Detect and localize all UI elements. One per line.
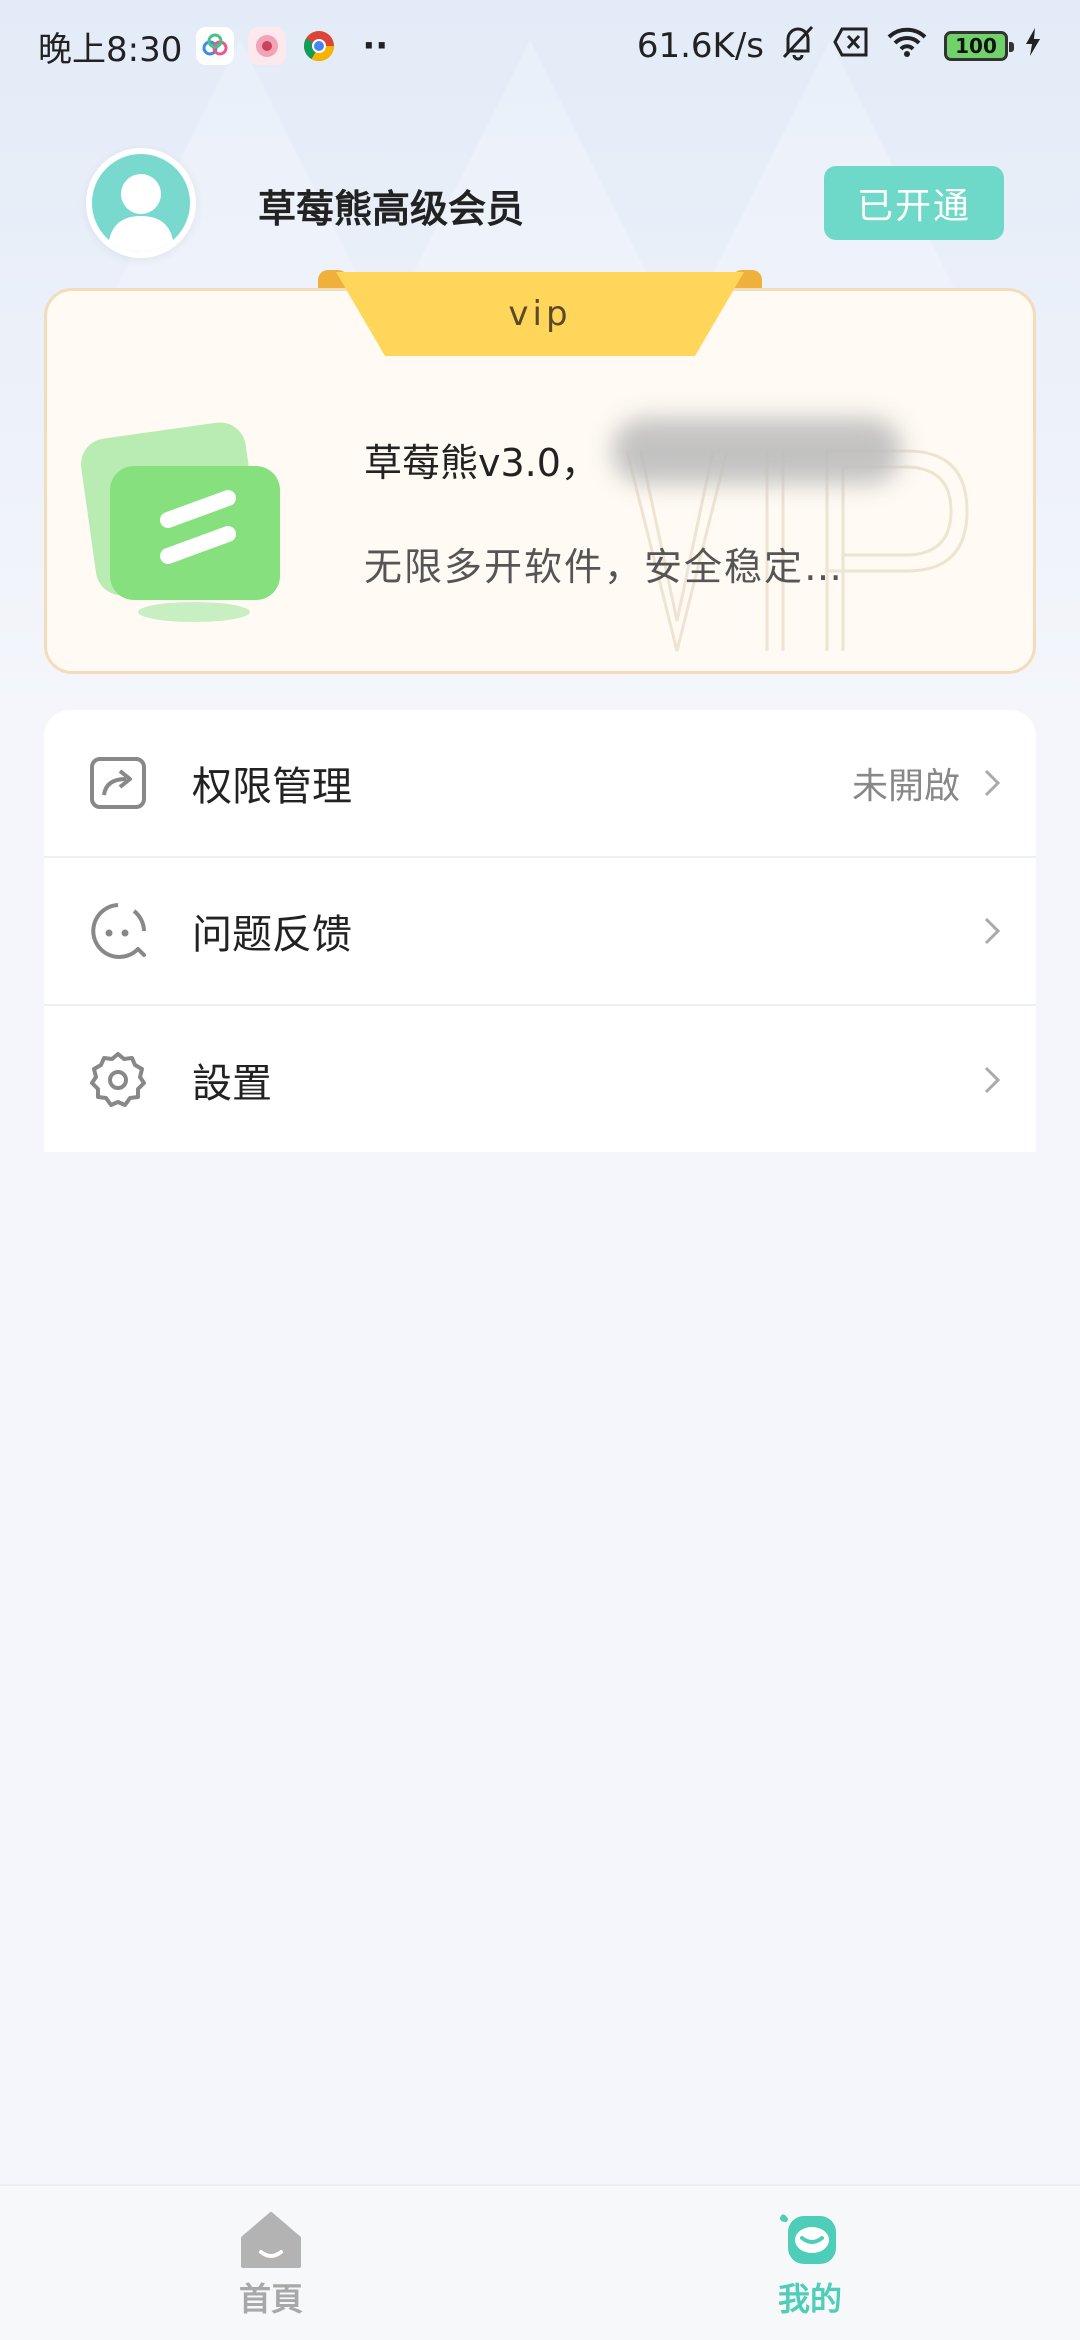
membership-opened-button[interactable]: 已开通: [824, 166, 1004, 240]
feedback-face-icon: [88, 901, 148, 961]
multi-open-app-icon: [81, 422, 280, 622]
nav-label-mine: 我的: [777, 2280, 842, 2318]
permission-status: 未開啟: [851, 766, 960, 807]
menu-list: 权限管理 未開啟 问题反馈 設置: [44, 710, 1036, 1152]
menu-item-settings[interactable]: 設置: [44, 1006, 1036, 1152]
bottom-navigation: 首頁 我的: [0, 2184, 1080, 2340]
vip-ribbon-label: vip: [336, 272, 744, 356]
no-sim-icon: [832, 26, 870, 67]
nav-tab-mine[interactable]: 我的: [730, 2210, 890, 2320]
nav-label-home: 首頁: [238, 2280, 303, 2318]
chevron-right-icon: [984, 1066, 1001, 1094]
home-icon: [241, 2212, 301, 2268]
menu-item-label: 設置: [192, 1061, 272, 1107]
mute-bell-icon: [780, 23, 816, 70]
chevron-right-icon: [984, 769, 1001, 797]
status-time: 晚上8:30: [38, 29, 183, 70]
game-app-notification-icon: [248, 27, 287, 65]
more-notifications-dots: ··: [362, 26, 389, 66]
menu-item-label: 权限管理: [192, 764, 352, 810]
chrome-notification-icon: [300, 27, 338, 65]
blurred-redacted-text: [612, 418, 902, 484]
permission-share-icon: [88, 753, 148, 813]
charging-bolt-icon: [1024, 26, 1042, 66]
vip-app-version: 草莓熊v3.0，: [364, 441, 599, 485]
menu-item-label: 问题反馈: [192, 912, 352, 958]
user-avatar[interactable]: [86, 148, 196, 258]
gear-icon: [88, 1050, 148, 1110]
member-title: 草莓熊高级会员: [258, 187, 525, 231]
menu-item-permissions[interactable]: 权限管理 未開啟: [44, 710, 1036, 858]
network-speed: 61.6K/s: [636, 26, 764, 66]
user-silhouette-icon: [108, 174, 174, 252]
mine-face-icon: [780, 2214, 836, 2264]
menu-item-feedback[interactable]: 问题反馈: [44, 858, 1036, 1006]
status-bar: 晚上8:30 ·· 61.6K/s 100: [0, 0, 1080, 92]
battery-level: 100: [955, 34, 997, 58]
cloud-app-notification-icon: [196, 27, 235, 65]
chevron-right-icon: [984, 917, 1001, 945]
nav-tab-home[interactable]: 首頁: [191, 2210, 351, 2320]
wifi-icon: [886, 26, 928, 67]
vip-description: 无限多开软件，安全稳定…: [364, 545, 845, 589]
vip-ribbon: vip: [318, 270, 762, 360]
battery-indicator: 100: [944, 31, 1014, 61]
